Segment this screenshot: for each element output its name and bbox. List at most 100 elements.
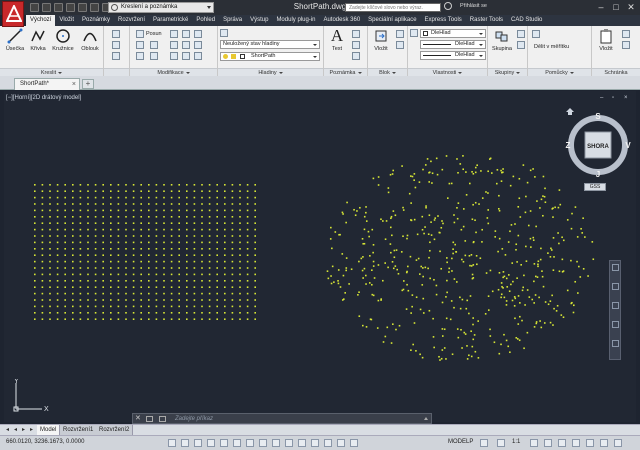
table-icon[interactable] (352, 52, 360, 60)
ribbon-tab-1[interactable]: Vložit (55, 15, 78, 26)
ribbon-tab-8[interactable]: Moduly plug-in (272, 15, 319, 26)
compass-west[interactable]: Z (566, 141, 571, 150)
showmotion-icon[interactable] (612, 340, 619, 347)
dimension-icon[interactable] (352, 30, 360, 38)
measure-scale-button[interactable]: Dělit v měřítku (534, 43, 569, 51)
ribbon-tab-7[interactable]: Výstup (246, 15, 272, 26)
coordinates-readout[interactable]: 660.0120, 3236.1673, 0.0000 (6, 439, 84, 445)
rotate-icon[interactable] (170, 30, 178, 38)
viewcube[interactable]: SHORA S J V Z (560, 107, 632, 179)
arc-button[interactable]: Oblouk (78, 28, 102, 52)
circle-button[interactable]: Kružnice (51, 28, 75, 52)
object-snap-icon[interactable] (233, 439, 241, 447)
linetype-select[interactable]: DleHlad (420, 40, 486, 49)
3d-object-snap-icon[interactable] (246, 439, 254, 447)
workspace-select[interactable]: Kreslení a poznámka (108, 2, 214, 13)
layer-properties-icon[interactable] (220, 29, 228, 37)
panel-draw-label[interactable]: Kreslit (0, 68, 103, 76)
text-button[interactable]: A Text (327, 27, 347, 52)
command-history-icon[interactable] (159, 416, 166, 422)
move-icon[interactable] (136, 30, 144, 38)
ribbon-tab-12[interactable]: Raster Tools (466, 15, 507, 26)
panel-groups-label[interactable]: Skupiny (488, 68, 527, 76)
panel-clipboard-label[interactable]: Schránka (592, 68, 640, 76)
create-block-icon[interactable] (396, 30, 404, 38)
command-input[interactable]: Zadejte příkaz (175, 415, 213, 424)
maximize-button[interactable]: □ (609, 1, 623, 13)
cut-icon[interactable] (622, 41, 630, 49)
quick-view-layouts-icon[interactable] (480, 439, 488, 447)
orbit-icon[interactable] (612, 321, 619, 328)
hatch-icon[interactable] (112, 41, 120, 49)
layer-state-select[interactable]: Neuložený stav hladiny (220, 40, 320, 49)
group-edit-icon[interactable] (517, 41, 525, 49)
match-properties-icon[interactable] (410, 29, 418, 37)
transparency-icon[interactable] (311, 439, 319, 447)
ribbon-tab-11[interactable]: Express Tools (421, 15, 466, 26)
polyline-button[interactable]: Křivka (27, 28, 49, 52)
prev-layout-icon[interactable]: ◂ (12, 426, 19, 434)
wcs-menu[interactable]: GSS (584, 183, 606, 191)
explode-icon[interactable] (182, 41, 190, 49)
annotation-scale[interactable]: 1:1 (512, 439, 520, 445)
selection-cycling-icon[interactable] (337, 439, 345, 447)
infer-constraints-icon[interactable] (168, 439, 176, 447)
first-layout-icon[interactable]: ◂ (4, 426, 11, 434)
auto-scale-icon[interactable] (544, 439, 552, 447)
join-icon[interactable] (182, 52, 190, 60)
panel-layers-label[interactable]: Hladiny (218, 68, 323, 76)
sign-in-link[interactable]: Přihlásit se (460, 3, 487, 9)
file-tab-shortpath[interactable]: ShortPath* × (14, 78, 80, 90)
panel-block-label[interactable]: Blok (368, 68, 407, 76)
application-menu-button[interactable] (2, 1, 24, 27)
copy-clip-icon[interactable] (622, 30, 630, 38)
new-icon[interactable] (30, 3, 39, 12)
open-icon[interactable] (42, 3, 51, 12)
save-as-icon[interactable] (66, 3, 75, 12)
model-space-toggle[interactable]: MODELP (448, 439, 473, 445)
trim-icon[interactable] (182, 30, 190, 38)
dynamic-input-icon[interactable] (285, 439, 293, 447)
ribbon-tab-0[interactable]: Výchozí (26, 15, 56, 26)
search-icon[interactable] (444, 2, 452, 10)
ortho-mode-icon[interactable] (207, 439, 215, 447)
line-button[interactable]: Úsečka (4, 28, 26, 52)
quick-view-drawings-icon[interactable] (497, 439, 505, 447)
annotation-monitor-icon[interactable] (350, 439, 358, 447)
ribbon-tab-2[interactable]: Poznámky (78, 15, 114, 26)
ribbon-tab-3[interactable]: Rozvržení (114, 15, 149, 26)
array-icon[interactable] (170, 52, 178, 60)
search-input[interactable]: Zadejte klíčové slovo nebo výraz. (345, 3, 441, 12)
offset-icon[interactable] (194, 41, 202, 49)
ribbon-tab-9[interactable]: Autodesk 360 (319, 15, 364, 26)
snap-mode-icon[interactable] (181, 439, 189, 447)
workspace-switching-icon[interactable] (558, 439, 566, 447)
lineweight-select[interactable]: DleHlad (420, 51, 486, 60)
save-icon[interactable] (54, 3, 63, 12)
drawing-viewport[interactable]: [−][Horní][2D drátový model] ‒ ▫ × SHORA… (4, 91, 636, 422)
customize-icon[interactable] (146, 416, 153, 422)
compass-south[interactable]: J (596, 170, 600, 179)
paste-button[interactable]: Vložit (595, 28, 617, 52)
leader-icon[interactable] (352, 41, 360, 49)
close-tab-icon[interactable]: × (72, 79, 76, 90)
clean-screen-icon[interactable] (614, 439, 622, 447)
dynamic-ucs-icon[interactable] (272, 439, 280, 447)
edit-block-icon[interactable] (396, 41, 404, 49)
grid-display-icon[interactable] (194, 439, 202, 447)
move-button[interactable]: Posun (146, 30, 162, 38)
copy-icon[interactable] (136, 41, 144, 49)
new-tab-button[interactable]: + (82, 79, 94, 89)
measure-icon[interactable] (532, 30, 540, 38)
hardware-acceleration-icon[interactable] (586, 439, 594, 447)
isolate-objects-icon[interactable] (600, 439, 608, 447)
panel-modify-label[interactable]: Modifikace (130, 68, 217, 76)
rectangle-icon[interactable] (112, 30, 120, 38)
next-layout-icon[interactable]: ▸ (20, 426, 27, 434)
compass-east[interactable]: V (625, 141, 631, 150)
lineweight-icon[interactable] (298, 439, 306, 447)
ellipse-icon[interactable] (112, 52, 120, 60)
chevron-up-icon[interactable] (424, 417, 428, 420)
panel-properties-label[interactable]: Vlastnosti (408, 68, 487, 76)
pan-icon[interactable] (612, 283, 619, 290)
